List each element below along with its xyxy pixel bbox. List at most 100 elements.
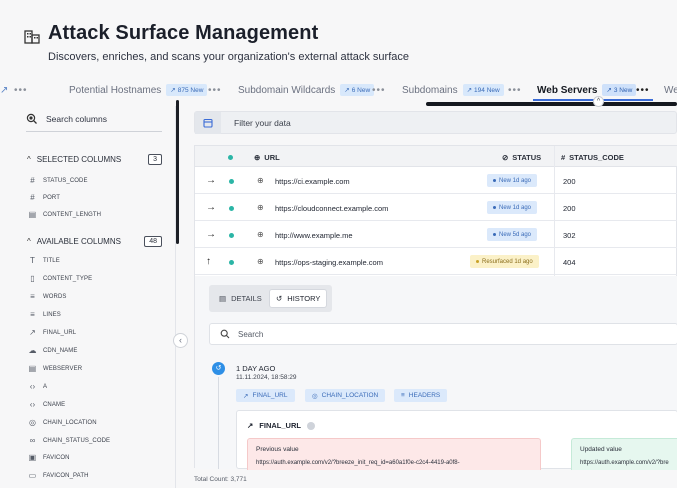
row-detail-panel: ▤ DETAILS ↺ HISTORY Search ↺ 1 DAY AGO 1… [195, 276, 677, 470]
server-icon: ▤ [28, 364, 37, 373]
column-item-port[interactable]: # PORT [28, 193, 60, 202]
globe-icon: ⊕ [257, 176, 264, 185]
updated-value: https://auth.example.com/v2/?bre [580, 460, 669, 466]
tab-subdomain-wildcards[interactable]: Subdomain Wildcards ↗ 6 New [238, 81, 375, 99]
url-cell[interactable]: https://cloudconnect.example.com [275, 204, 388, 213]
tab-next[interactable]: We [664, 81, 677, 99]
arrow-right-icon[interactable]: → [206, 230, 216, 240]
chevron-up-icon[interactable]: ^ [593, 96, 604, 107]
tab-scrollbar[interactable] [426, 102, 677, 106]
event-timestamp: 11.11.2024, 18:58:29 [236, 374, 297, 381]
url-cell[interactable]: https://ci.example.com [275, 177, 350, 186]
selected-columns-header[interactable]: ^ SELECTED COLUMNS 3 [27, 154, 162, 165]
panel-scrollbar[interactable] [176, 100, 179, 244]
lines-icon: ≡ [401, 392, 405, 399]
status-badge: New 5d ago [487, 228, 538, 241]
building-icon [24, 30, 40, 44]
column-item-lines[interactable]: ≡ LINES [28, 310, 61, 319]
search-icon [220, 329, 230, 339]
tab-badge: ↗ 194 New [462, 84, 504, 96]
status-code-cell: 200 [563, 204, 576, 213]
arrow-right-icon[interactable]: → [206, 203, 216, 213]
tab-more-icon[interactable]: ••• [508, 85, 522, 96]
arrow-up-icon[interactable]: ↑ [206, 257, 211, 267]
tab-more-icon[interactable]: ••• [14, 85, 28, 96]
history-search-input[interactable]: Search [209, 323, 677, 345]
total-count: Total Count: 3,771 [194, 476, 247, 483]
column-item-a[interactable]: ‹› A [28, 382, 47, 391]
url-cell[interactable]: http://www.example.me [275, 231, 353, 240]
status-dot [229, 260, 234, 265]
table-row[interactable]: → ⊕ http://www.example.me New 5d ago 302 [195, 222, 677, 248]
external-link-icon: ↗ [29, 328, 36, 337]
tab-badge: ↗ 875 New [166, 84, 208, 96]
status-dot [229, 179, 234, 184]
timeline-line [218, 377, 219, 469]
column-header-status-code[interactable]: # STATUS_CODE [561, 153, 624, 162]
column-item-title[interactable]: T TITLE [28, 256, 60, 265]
column-header-status[interactable]: ⊘ STATUS [502, 153, 541, 162]
globe-icon: ⊕ [257, 257, 264, 266]
arrow-right-icon[interactable]: → [206, 176, 216, 186]
available-count-badge: 48 [144, 236, 162, 247]
column-item-favicon-path[interactable]: ▭ FAVICON_PATH [28, 471, 89, 480]
status-icon: ⊘ [502, 153, 509, 162]
calendar-icon[interactable] [195, 112, 221, 134]
code-icon: ‹› [29, 400, 36, 409]
trend-up-icon: ↗ [170, 87, 176, 94]
table-row[interactable]: → ⊕ https://ci.example.com New 1d ago 20… [195, 168, 677, 194]
column-item-cname[interactable]: ‹› CNAME [28, 400, 65, 409]
tab-potential-hostnames[interactable]: Potential Hostnames ↗ 875 New [69, 81, 208, 99]
tab-more-icon[interactable]: ••• [372, 85, 386, 96]
status-badge: New 1d ago [487, 174, 538, 187]
chevron-up-icon: ^ [27, 155, 31, 164]
column-item-final-url[interactable]: ↗ FINAL_URL [28, 328, 76, 337]
column-item-status-code[interactable]: # STATUS_CODE [28, 176, 88, 185]
tab-web-servers[interactable]: Web Servers ↗ 3 New [537, 81, 637, 99]
status-badge: New 1d ago [487, 201, 538, 214]
tab-subdomains[interactable]: Subdomains ↗ 194 New [402, 81, 504, 99]
column-item-chain-status-code[interactable]: ∞ CHAIN_STATUS_CODE [28, 436, 110, 445]
changed-field-chip[interactable]: ◎ CHAIN_LOCATION [305, 389, 386, 402]
collapse-panel-button[interactable]: ‹ [173, 333, 188, 348]
page-header: Attack Surface Management Discovers, enr… [0, 0, 677, 78]
changed-field-chip[interactable]: ↗ FINAL_URL [236, 389, 295, 402]
code-icon: ‹› [29, 382, 36, 391]
tab-history[interactable]: ↺ HISTORY [269, 289, 328, 308]
search-columns-input[interactable]: Search columns [26, 112, 162, 132]
header-dot [228, 155, 233, 160]
available-columns-header[interactable]: ^ AVAILABLE COLUMNS 48 [27, 236, 162, 247]
column-item-chain-location[interactable]: ◎ CHAIN_LOCATION [28, 418, 97, 427]
lines-icon: ≡ [30, 292, 35, 301]
column-item-cdn-name[interactable]: ☁ CDN_NAME [28, 346, 77, 355]
tab-more-icon[interactable]: ••• [636, 85, 650, 96]
trend-up-icon: ↗ [466, 87, 473, 94]
url-cell[interactable]: https://ops-staging.example.com [275, 258, 383, 267]
column-item-content-type[interactable]: ▯ CONTENT_TYPE [28, 274, 92, 283]
hash-icon: # [30, 176, 35, 185]
chevron-left-icon: ‹ [179, 335, 182, 345]
table-header: ⊕ URL ⊘ STATUS # STATUS_CODE [195, 146, 677, 167]
tab-details[interactable]: ▤ DETAILS [213, 289, 268, 308]
column-item-content-length[interactable]: ▤ CONTENT_LENGTH [28, 210, 101, 219]
status-code-cell: 302 [563, 231, 576, 240]
external-link-icon: ↗ [243, 392, 249, 400]
changed-field-chip[interactable]: ≡ HEADERS [394, 389, 448, 402]
column-item-favicon[interactable]: ▣ FAVICON [28, 453, 70, 462]
lines-icon: ≡ [30, 310, 35, 319]
location-icon: ◎ [28, 418, 37, 427]
info-icon[interactable] [306, 421, 315, 430]
table-row-expanded[interactable]: ↑ ⊕ https://ops-staging.example.com Resu… [195, 249, 677, 275]
history-icon: ↺ [276, 294, 283, 303]
table-row[interactable]: → ⊕ https://cloudconnect.example.com New… [195, 195, 677, 221]
tab-more-icon[interactable]: ••• [208, 85, 222, 96]
column-item-webserver[interactable]: ▤ WEBSERVER [28, 364, 82, 373]
detail-tab-switcher: ▤ DETAILS ↺ HISTORY [209, 285, 332, 312]
chevron-up-icon: ^ [27, 237, 31, 246]
change-card: ↗ FINAL_URL Previous value https://auth.… [236, 410, 677, 470]
globe-icon: ⊕ [257, 230, 264, 239]
column-header-url[interactable]: ⊕ URL [254, 153, 280, 162]
filter-input[interactable]: Filter your data [194, 111, 677, 134]
trend-up-icon: ↗ [606, 87, 612, 94]
column-item-words[interactable]: ≡ WORDS [28, 292, 67, 301]
